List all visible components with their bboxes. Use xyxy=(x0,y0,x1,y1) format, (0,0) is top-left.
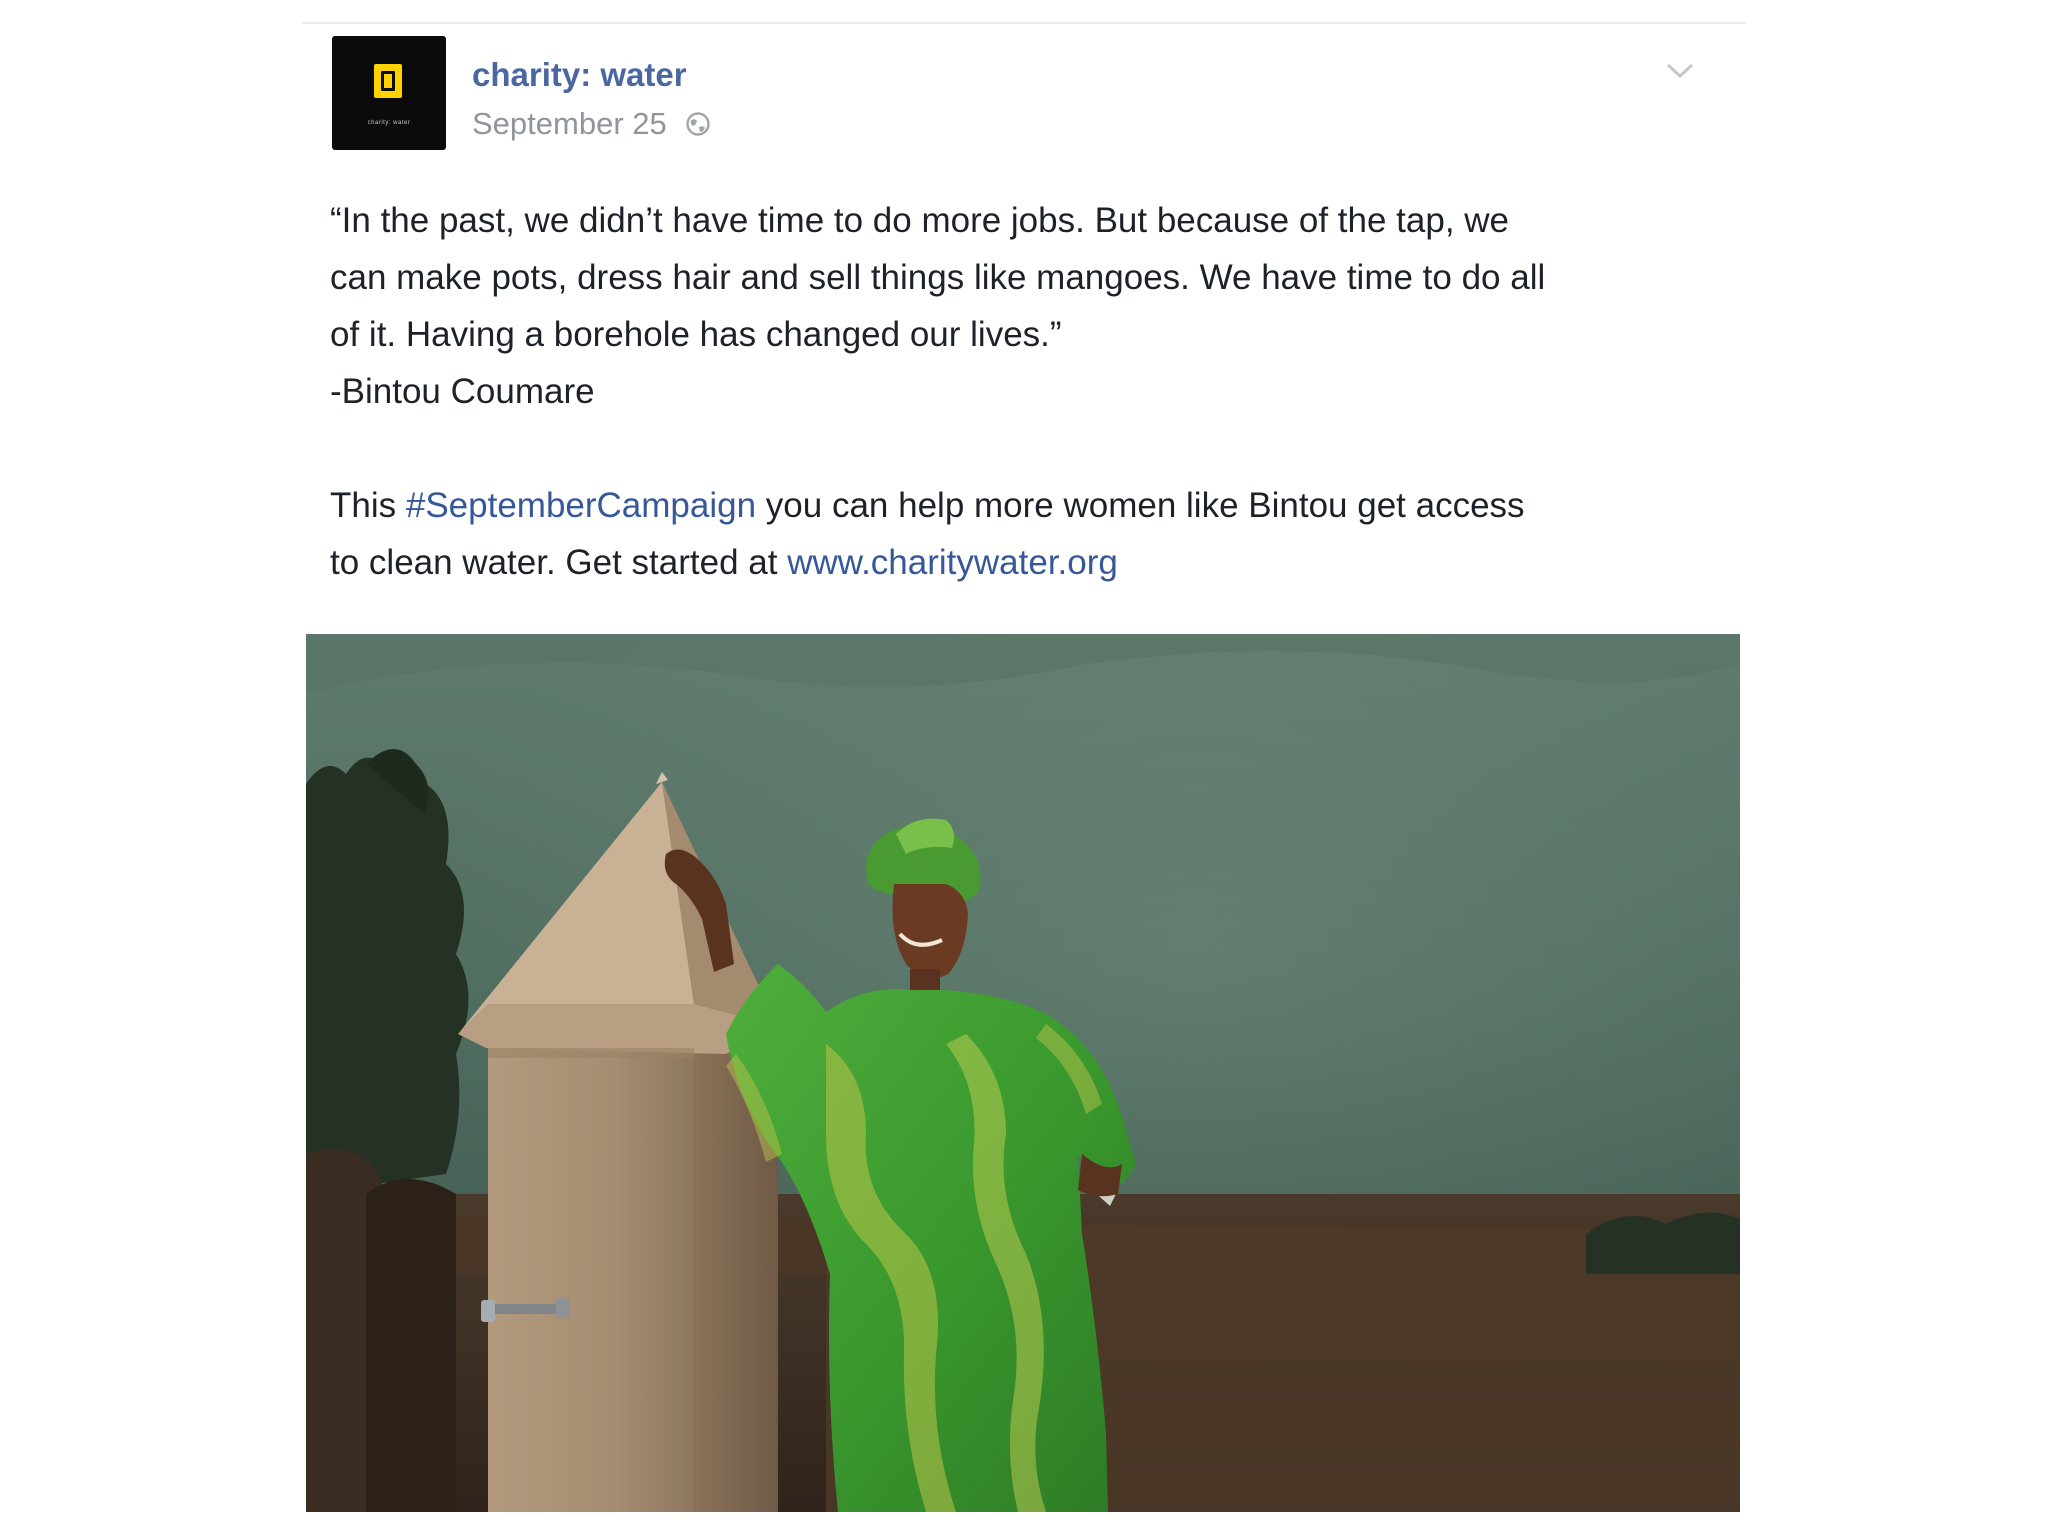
website-link[interactable]: www.charitywater.org xyxy=(787,543,1118,582)
cta-line2-prefix: to clean water. Get started at xyxy=(330,543,788,582)
globe-icon[interactable] xyxy=(685,111,711,137)
quote-line-1: “In the past, we didn’t have time to do … xyxy=(330,201,1510,240)
avatar-wordmark: charity: water xyxy=(367,120,411,126)
post-meta: September 25 xyxy=(472,106,711,142)
quote-attribution: -Bintou Coumare xyxy=(330,372,595,411)
cta-line-2: to clean water. Get started at www.chari… xyxy=(330,534,1730,591)
post-photo[interactable] xyxy=(306,634,1740,1512)
cta-prefix: This xyxy=(330,486,406,525)
cta-middle: you can help more women like Bintou get … xyxy=(756,486,1525,525)
quote-line-3: of it. Having a borehole has changed our… xyxy=(330,315,1062,354)
hashtag-link[interactable]: #SeptemberCampaign xyxy=(406,486,756,525)
post-header: charity: water charity: water September … xyxy=(332,36,1722,156)
page-avatar[interactable]: charity: water xyxy=(332,36,446,150)
post-timestamp[interactable]: September 25 xyxy=(472,106,667,142)
chevron-down-icon[interactable] xyxy=(1662,56,1698,86)
quote-line-2: can make pots, dress hair and sell thing… xyxy=(330,258,1546,297)
jerrycan-logo-icon xyxy=(374,64,402,98)
post-message: “In the past, we didn’t have time to do … xyxy=(330,192,1730,591)
facebook-post: charity: water charity: water September … xyxy=(302,22,1746,1538)
cta-line-1: This #SeptemberCampaign you can help mor… xyxy=(330,477,1730,534)
page-name-link[interactable]: charity: water xyxy=(472,56,687,94)
